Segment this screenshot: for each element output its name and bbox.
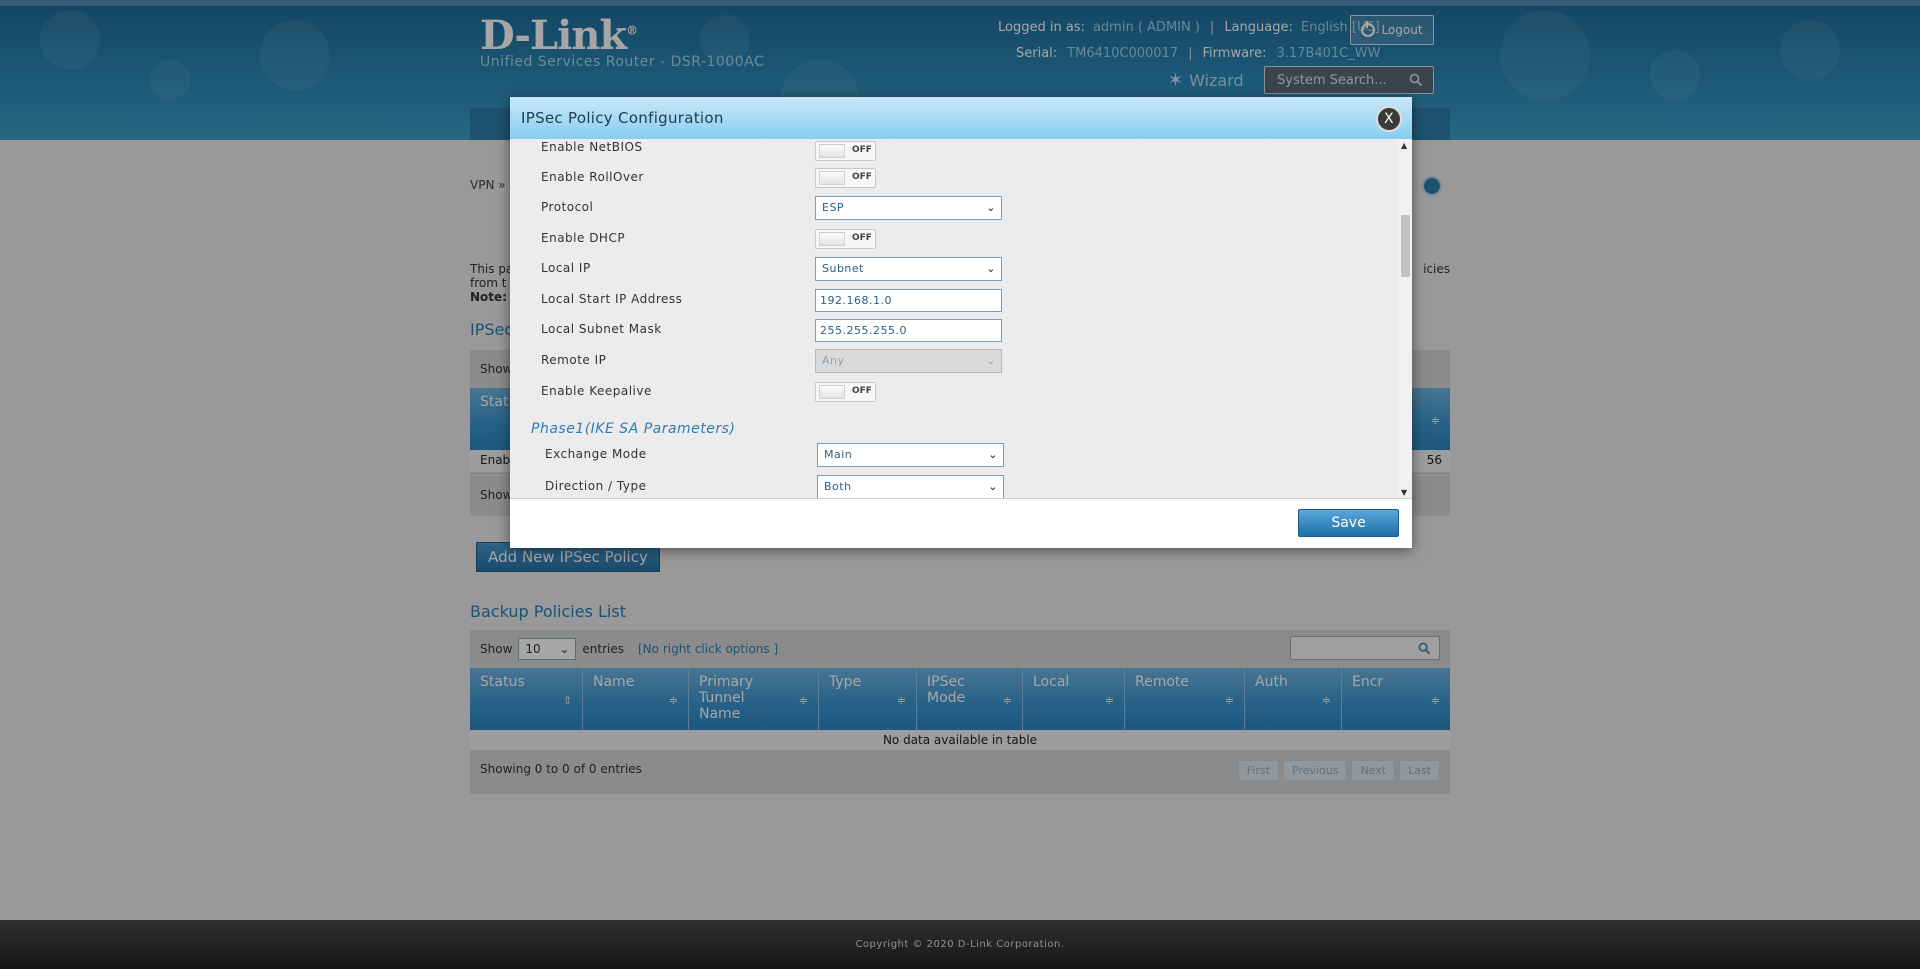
dhcp-toggle[interactable]: OFF bbox=[815, 229, 876, 249]
chevron-down-icon: ⌄ bbox=[986, 262, 996, 275]
keepalive-toggle[interactable]: OFF bbox=[815, 382, 876, 402]
local-start-ip-input[interactable]: 192.168.1.0 bbox=[815, 289, 1002, 312]
local-subnet-mask-row: Local Subnet Mask 255.255.255.0 bbox=[510, 318, 1390, 342]
chevron-down-icon: ⌄ bbox=[986, 354, 996, 367]
chevron-down-icon: ⌄ bbox=[988, 480, 998, 493]
ipsec-policy-modal: IPSec Policy Configuration X Enable NetB… bbox=[510, 97, 1412, 548]
remote-ip-select: Any ⌄ bbox=[815, 349, 1002, 373]
modal-scrollbar[interactable]: ▲ ▼ bbox=[1398, 139, 1412, 498]
local-subnet-mask-input[interactable]: 255.255.255.0 bbox=[815, 319, 1002, 342]
chevron-down-icon: ⌄ bbox=[986, 201, 996, 214]
netbios-row: Enable NetBIOS OFF bbox=[510, 139, 1390, 163]
remote-ip-row: Remote IP Any ⌄ bbox=[510, 349, 1390, 373]
local-ip-row: Local IP Subnet ⌄ bbox=[510, 257, 1390, 281]
rollover-toggle[interactable]: OFF bbox=[815, 168, 876, 188]
modal-form: Enable NetBIOS OFF Enable RollOver OFF P… bbox=[510, 139, 1412, 499]
dhcp-row: Enable DHCP OFF bbox=[510, 227, 1390, 251]
scroll-down-icon[interactable]: ▼ bbox=[1401, 488, 1407, 497]
exchange-mode-select[interactable]: Main ⌄ bbox=[817, 443, 1004, 467]
rollover-row: Enable RollOver OFF bbox=[510, 166, 1390, 190]
local-ip-select[interactable]: Subnet ⌄ bbox=[815, 257, 1002, 281]
scroll-thumb[interactable] bbox=[1401, 215, 1410, 277]
local-start-ip-row: Local Start IP Address 192.168.1.0 bbox=[510, 288, 1390, 312]
direction-type-select[interactable]: Both ⌄ bbox=[817, 475, 1004, 498]
phase1-section-title: Phase1(IKE SA Parameters) bbox=[531, 421, 736, 437]
modal-header: IPSec Policy Configuration X bbox=[510, 97, 1412, 139]
keepalive-row: Enable Keepalive OFF bbox=[510, 380, 1390, 404]
exchange-mode-row: Exchange Mode Main ⌄ bbox=[510, 443, 1390, 467]
protocol-row: Protocol ESP ⌄ bbox=[510, 196, 1390, 220]
close-button[interactable]: X bbox=[1376, 106, 1402, 132]
chevron-down-icon: ⌄ bbox=[988, 448, 998, 461]
modal-title: IPSec Policy Configuration bbox=[521, 109, 724, 127]
netbios-toggle[interactable]: OFF bbox=[815, 141, 876, 161]
direction-type-row: Direction / Type Both ⌄ bbox=[510, 475, 1390, 498]
save-button[interactable]: Save bbox=[1298, 509, 1399, 537]
scroll-up-icon[interactable]: ▲ bbox=[1401, 141, 1407, 150]
protocol-select[interactable]: ESP ⌄ bbox=[815, 196, 1002, 220]
